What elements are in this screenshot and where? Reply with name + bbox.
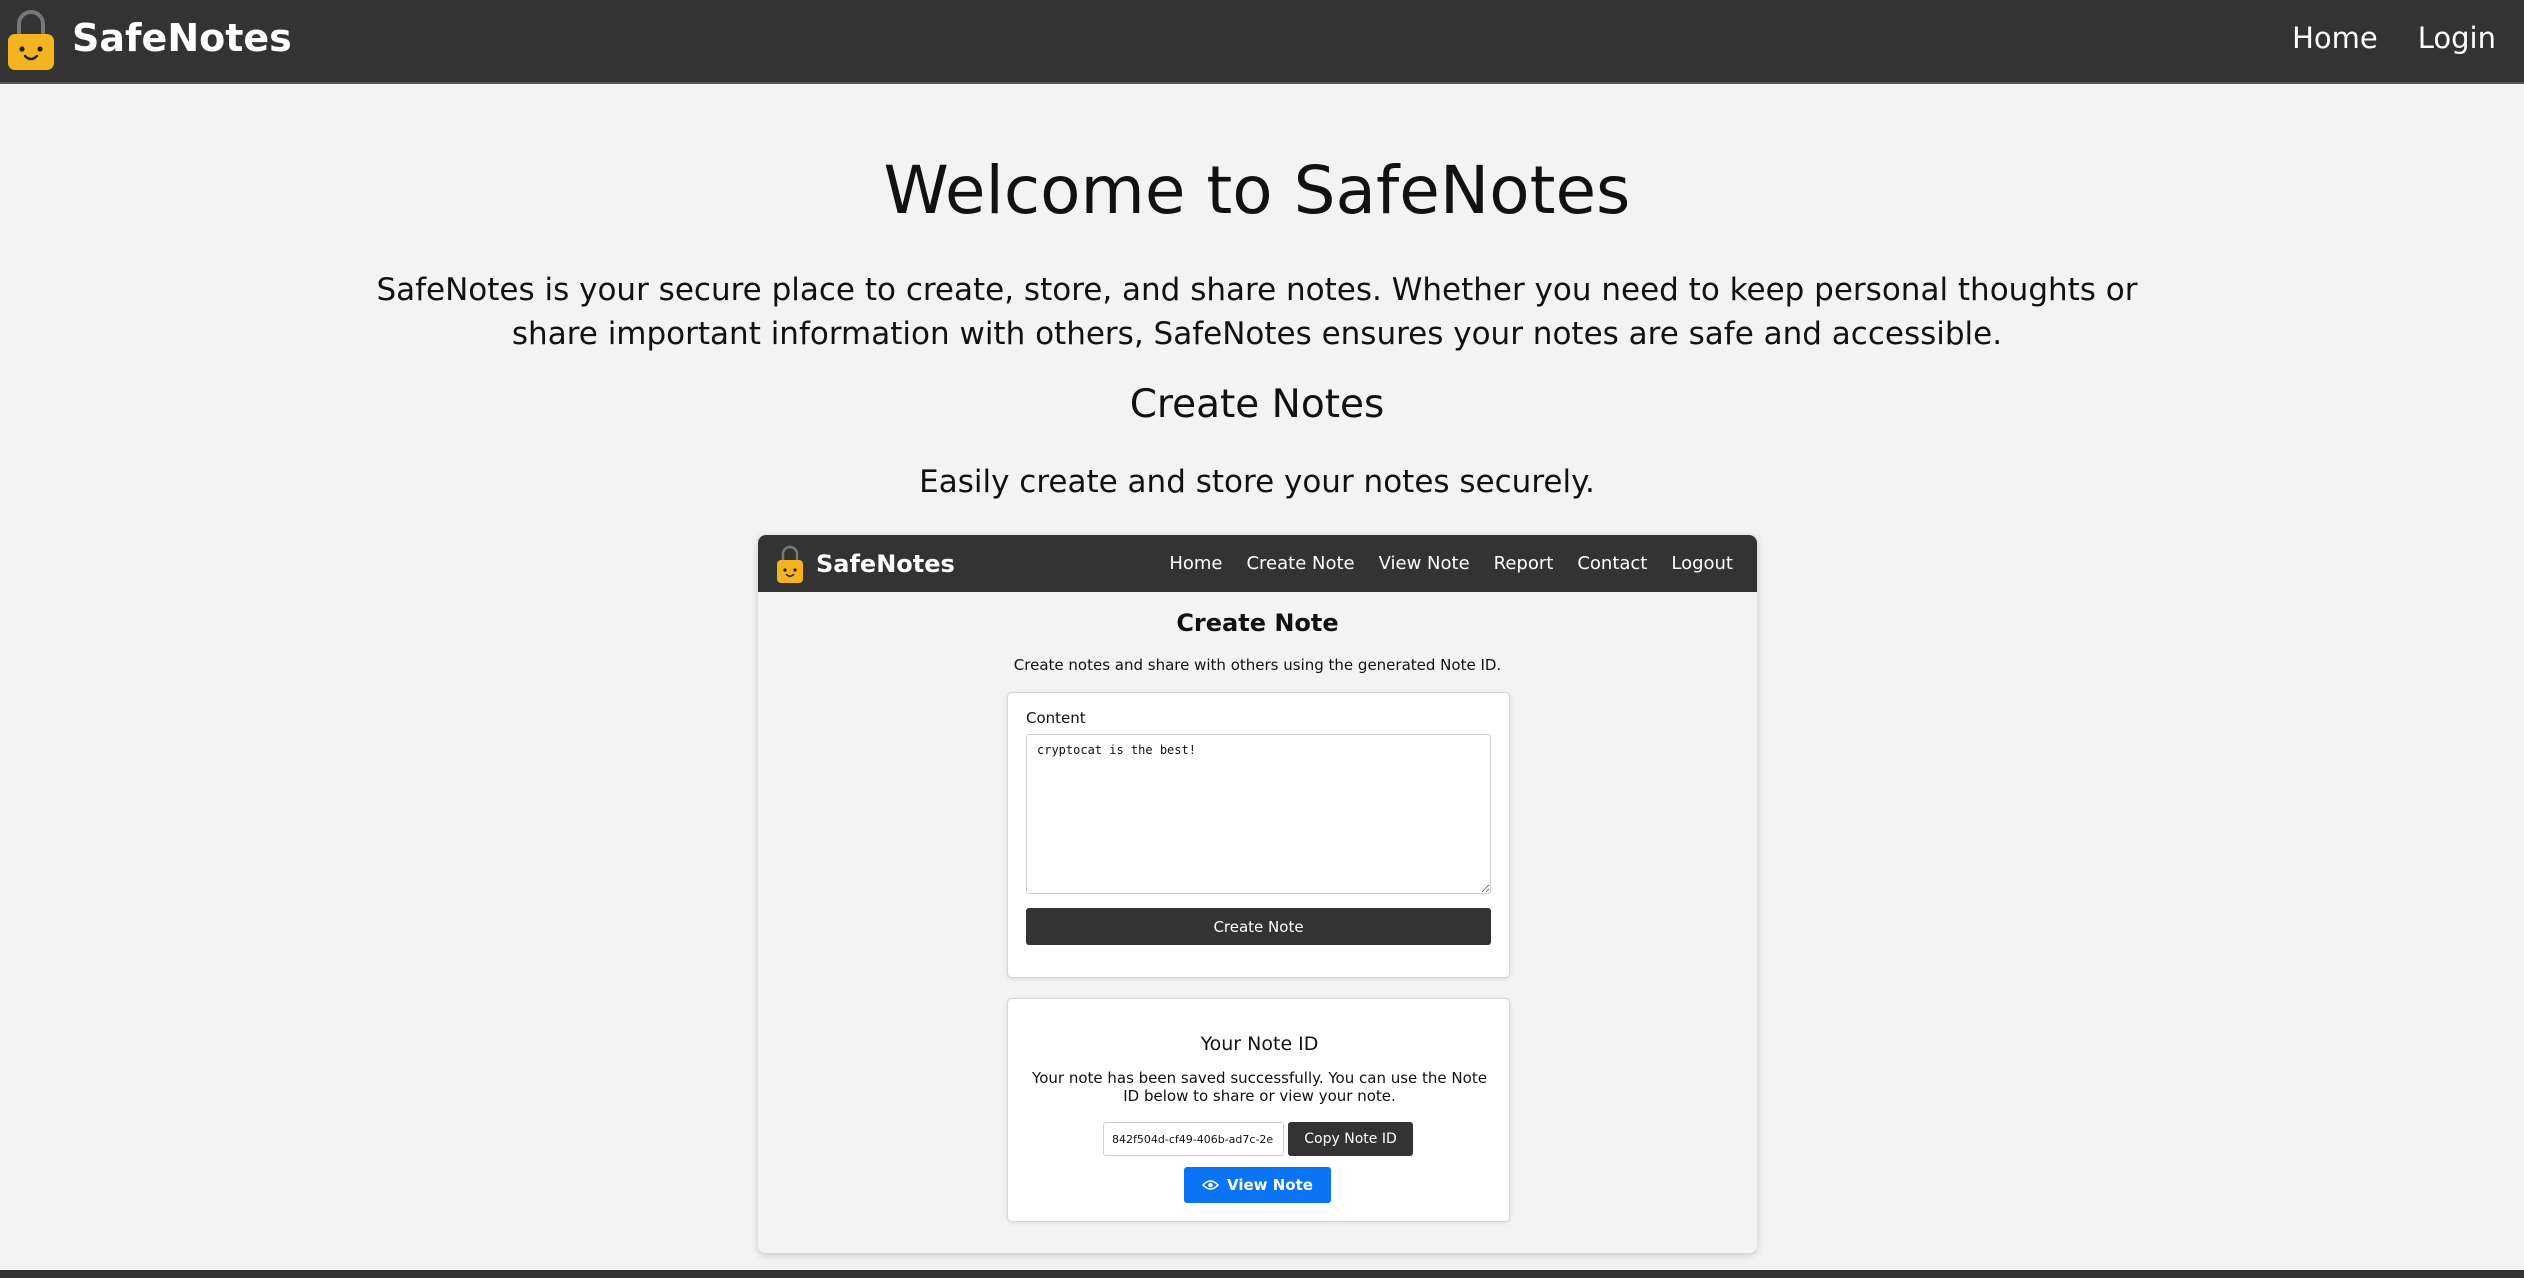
preview-heading: Create Note — [1176, 609, 1339, 637]
top-navbar: SafeNotes Home Login — [0, 0, 2524, 84]
eye-icon — [1202, 1179, 1220, 1191]
copy-note-id-button[interactable]: Copy Note ID — [1288, 1122, 1413, 1156]
preview-brand[interactable]: SafeNotes — [776, 535, 955, 592]
preview-nav-contact[interactable]: Contact — [1577, 553, 1647, 574]
section-title: Create Notes — [1129, 382, 1385, 427]
nav-home-link[interactable]: Home — [2292, 21, 2378, 55]
preview-nav-create-note[interactable]: Create Note — [1246, 553, 1354, 574]
note-id-card: Your Note ID Your note has been saved su… — [1007, 998, 1510, 1222]
brand-name: SafeNotes — [72, 16, 292, 60]
content-textarea[interactable]: cryptocat is the best! — [1026, 734, 1491, 894]
preview-nav-logout[interactable]: Logout — [1671, 553, 1733, 574]
note-id-input[interactable] — [1103, 1122, 1284, 1156]
lock-icon — [776, 544, 804, 584]
preview-nav-links: Home Create Note View Note Report Contac… — [1145, 535, 1733, 592]
preview-brand-name: SafeNotes — [816, 549, 955, 578]
preview-nav-view-note[interactable]: View Note — [1379, 553, 1470, 574]
create-note-form: Content cryptocat is the best! Create No… — [1007, 692, 1510, 978]
nav-login-link[interactable]: Login — [2418, 21, 2496, 55]
view-note-button[interactable]: View Note — [1184, 1167, 1331, 1203]
lock-icon — [6, 8, 56, 72]
note-id-title: Your Note ID — [1200, 1033, 1319, 1055]
preview-subheading: Create notes and share with others using… — [1013, 656, 1502, 674]
content-label: Content — [1026, 709, 1086, 727]
preview-navbar: SafeNotes Home Create Note View Note Rep… — [758, 535, 1757, 592]
note-id-message: Your note has been saved successfully. Y… — [1032, 1069, 1487, 1105]
create-note-button[interactable]: Create Note — [1026, 908, 1491, 945]
hero-description: SafeNotes is your secure place to create… — [376, 272, 2138, 352]
page-title: Welcome to SafeNotes — [883, 152, 1631, 229]
view-note-label: View Note — [1227, 1176, 1313, 1194]
footer-bar — [0, 1270, 2524, 1278]
app-preview: SafeNotes Home Create Note View Note Rep… — [758, 535, 1757, 1253]
preview-nav-home[interactable]: Home — [1169, 553, 1222, 574]
section-description: Easily create and store your notes secur… — [919, 464, 1595, 500]
brand[interactable]: SafeNotes — [6, 0, 292, 76]
top-nav-links: Home Login — [2252, 0, 2524, 76]
preview-nav-report[interactable]: Report — [1494, 553, 1554, 574]
